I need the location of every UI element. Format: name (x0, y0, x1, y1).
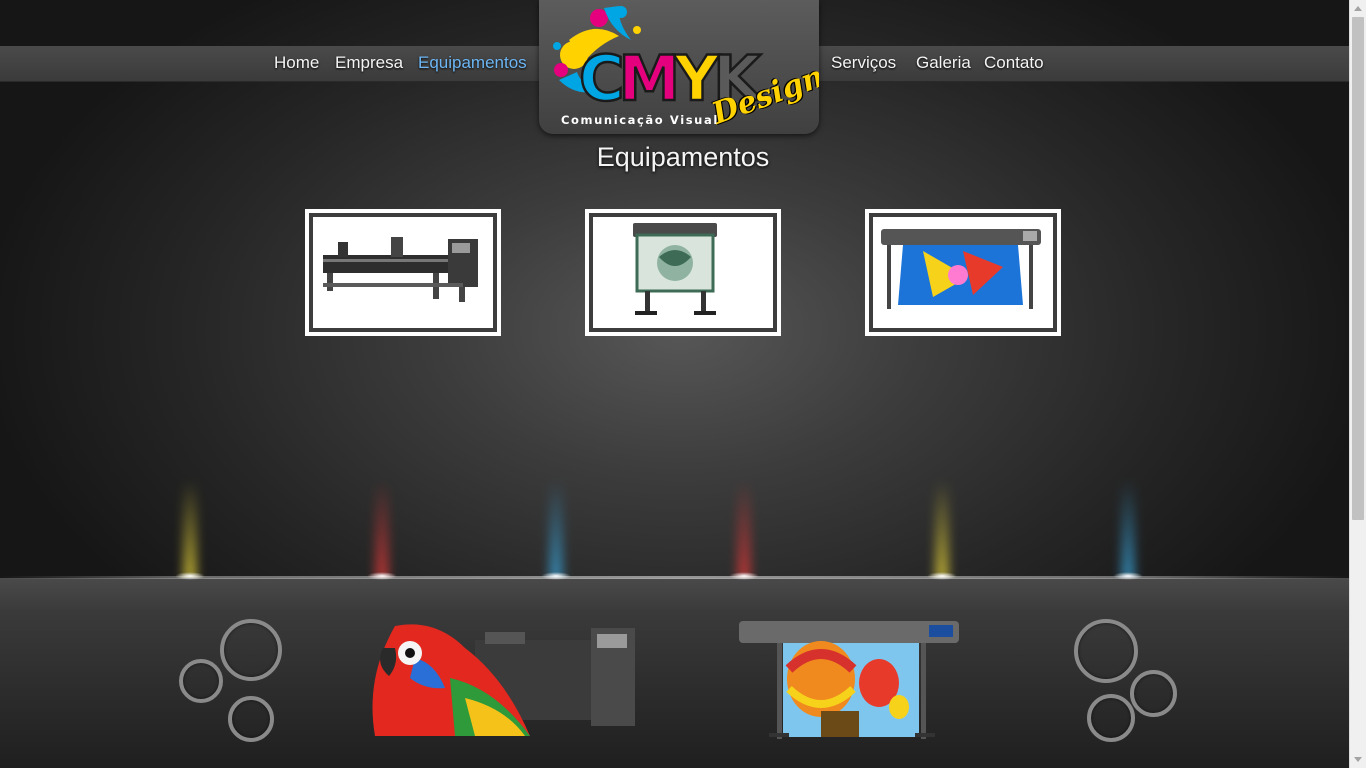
ring-decoration (179, 659, 223, 703)
nav-empresa[interactable]: Empresa (335, 46, 403, 81)
print-and-cut-printer-icon (869, 213, 1057, 332)
vertical-scrollbar[interactable] (1349, 0, 1366, 768)
vinyl-cutter-plotter-icon (589, 213, 777, 332)
light-spot-decoration (541, 572, 571, 580)
site-logo[interactable]: CMYK Design Comunicação Visual (539, 0, 819, 134)
ring-decoration (1130, 670, 1177, 717)
light-spot-decoration (927, 572, 957, 580)
light-beam-decoration (183, 480, 197, 580)
equipment-thumbnail[interactable] (585, 209, 781, 336)
nav-home[interactable]: Home (274, 46, 319, 81)
light-beam-decoration (549, 480, 563, 580)
light-spot-decoration (175, 572, 205, 580)
equipment-thumbnail[interactable] (865, 209, 1061, 336)
light-beam-decoration (737, 480, 751, 580)
scroll-down-arrow-icon[interactable] (1354, 757, 1362, 762)
equipment-thumbnail[interactable] (305, 209, 501, 336)
wide-format-printer-icon (309, 213, 497, 332)
nav-contato[interactable]: Contato (984, 46, 1044, 81)
balloon-printer-image (739, 621, 959, 739)
parrot-printer-image (372, 624, 635, 736)
light-spot-decoration (1113, 572, 1143, 580)
nav-galeria[interactable]: Galeria (916, 46, 971, 81)
ring-decoration (220, 619, 282, 681)
light-beam-decoration (1121, 480, 1135, 580)
ring-decoration (1074, 619, 1138, 683)
logo-tagline: Comunicação Visual (561, 113, 719, 127)
scrollbar-thumb[interactable] (1352, 17, 1364, 520)
light-spot-decoration (367, 572, 397, 580)
light-spot-decoration (729, 572, 759, 580)
page-title: Equipamentos (596, 142, 770, 172)
page: Home Empresa Equipamentos Serviços Galer… (0, 0, 1349, 768)
light-beam-decoration (375, 480, 389, 580)
nav-servicos[interactable]: Serviços (831, 46, 896, 81)
light-beam-decoration (935, 480, 949, 580)
ring-decoration (228, 696, 274, 742)
nav-equipamentos[interactable]: Equipamentos (418, 46, 527, 81)
scroll-up-arrow-icon[interactable] (1354, 6, 1362, 11)
ring-decoration (1087, 694, 1135, 742)
